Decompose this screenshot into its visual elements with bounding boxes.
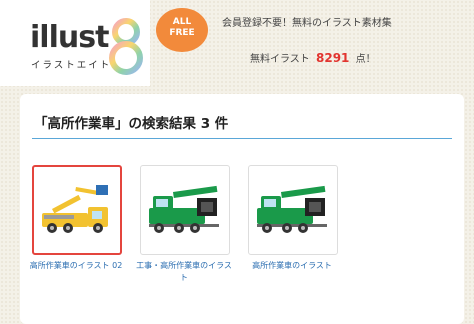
title-divider xyxy=(32,138,452,139)
result-caption-3[interactable]: 高所作業車のイラスト xyxy=(244,260,340,272)
badge-line2: FREE xyxy=(169,28,195,38)
count-value: 8291 xyxy=(316,51,350,65)
logo-eight-icon xyxy=(109,18,143,75)
count-prefix: 無料イラスト xyxy=(250,54,310,65)
logo-subtitle: イラストエイト xyxy=(31,60,112,71)
site-tagline: 会員登録不要！無料のイラスト素材集 xyxy=(222,18,392,29)
all-free-badge: ALL FREE xyxy=(156,8,208,52)
green-aerial-truck-icon xyxy=(257,185,327,233)
result-thumbnail-3[interactable] xyxy=(248,165,338,255)
result-thumbnail-1[interactable] xyxy=(32,165,122,255)
site-header: illust イラストエイト ALL FREE 会員登録不要！無料のイラスト素材… xyxy=(0,0,474,88)
yellow-aerial-truck-icon xyxy=(42,185,108,233)
result-thumbnail-2[interactable] xyxy=(140,165,230,255)
result-caption-2[interactable]: 工事・高所作業車のイラスト xyxy=(136,260,232,284)
search-results-panel: 「高所作業車」の検索結果 3 件 高所作業車のイラスト 02 工事・高所作業車の… xyxy=(20,94,464,324)
green-aerial-truck-icon xyxy=(149,185,219,233)
site-logo[interactable]: illust イラストエイト xyxy=(0,0,150,86)
badge-line1: ALL xyxy=(172,17,192,27)
search-results-title: 「高所作業車」の検索結果 3 件 xyxy=(34,116,229,132)
logo-wordmark: illust xyxy=(30,20,109,55)
result-caption-1[interactable]: 高所作業車のイラスト 02 xyxy=(28,260,124,272)
count-suffix: 点！ xyxy=(355,54,376,65)
illustration-count: 無料イラスト 8291 点！ xyxy=(250,50,376,65)
